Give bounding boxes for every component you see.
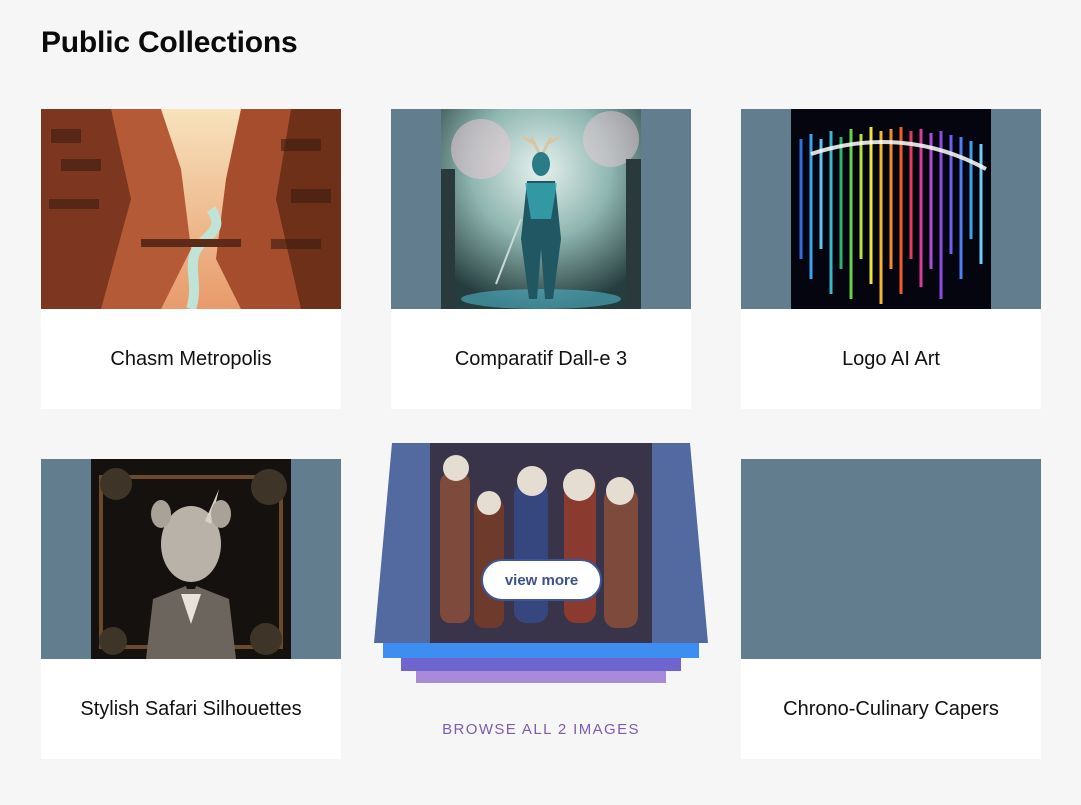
collection-title[interactable]: Logo AI Art — [741, 309, 1041, 409]
rainbow-streaks-artwork — [791, 109, 991, 309]
collection-thumbnail[interactable] — [741, 109, 1041, 309]
collection-thumbnail-placeholder[interactable] — [741, 459, 1041, 659]
collection-card-hovered-stack[interactable]: view more BROWSE ALL 2 IMAGES — [374, 443, 708, 743]
collection-title[interactable]: Chasm Metropolis — [41, 309, 341, 409]
stack-front-card — [374, 443, 708, 643]
collection-card-stylish-safari-silhouettes[interactable]: Stylish Safari Silhouettes — [41, 459, 341, 759]
page-title: Public Collections — [41, 26, 298, 59]
collection-thumbnail[interactable] — [41, 109, 341, 309]
deer-warrior-artwork — [441, 109, 641, 309]
canyon-city-artwork — [41, 109, 341, 309]
collection-title[interactable]: Chrono-Culinary Capers — [741, 659, 1041, 759]
rhino-gentleman-artwork — [91, 459, 291, 659]
collection-card-chrono-culinary-capers[interactable]: Chrono-Culinary Capers — [741, 459, 1041, 759]
collection-thumbnail[interactable] — [41, 459, 341, 659]
collection-thumbnail[interactable] — [391, 109, 691, 309]
browse-all-images-link[interactable]: BROWSE ALL 2 IMAGES — [374, 721, 708, 738]
collection-card-comparatif-dall-e-3[interactable]: Comparatif Dall-e 3 — [391, 109, 691, 409]
collection-card-logo-ai-art[interactable]: Logo AI Art — [741, 109, 1041, 409]
collection-title[interactable]: Stylish Safari Silhouettes — [41, 659, 341, 759]
view-more-button[interactable]: view more — [481, 559, 602, 601]
collection-title[interactable]: Comparatif Dall-e 3 — [391, 309, 691, 409]
collection-card-chasm-metropolis[interactable]: Chasm Metropolis — [41, 109, 341, 409]
